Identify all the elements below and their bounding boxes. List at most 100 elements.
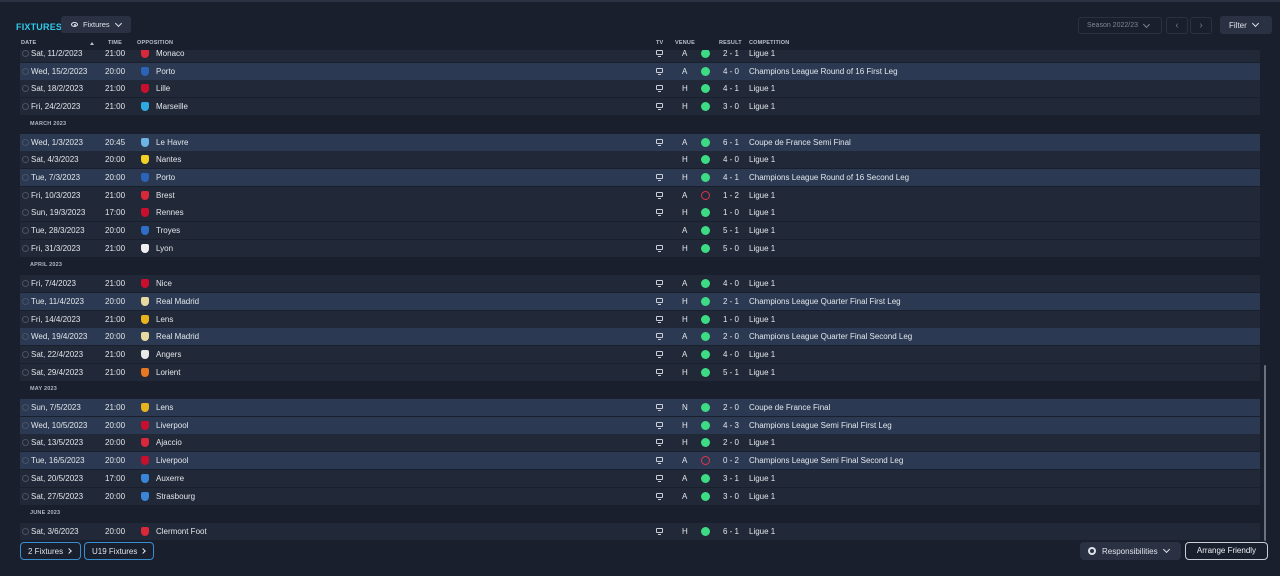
fixture-competition[interactable]: Ligue 1 <box>749 470 775 487</box>
previous-season-button[interactable]: ‹ <box>1166 17 1188 34</box>
fixture-opposition[interactable]: Lens <box>156 399 173 416</box>
fixture-competition[interactable]: Coupe de France Final <box>749 399 830 416</box>
fixture-row[interactable]: Sat, 13/5/2023 20:00 Ajaccio H 2 - 0 Ligue 1 <box>20 434 1260 452</box>
fixture-result[interactable]: 1 - 0 <box>723 204 739 221</box>
fixture-competition[interactable]: Ligue 1 <box>749 346 775 363</box>
fixture-row[interactable]: Fri, 10/3/2023 21:00 Brest A 1 - 2 Ligue 1 <box>20 186 1260 204</box>
fixture-opposition[interactable]: Clermont Foot <box>156 523 207 540</box>
fixture-competition[interactable]: Ligue 1 <box>749 204 775 221</box>
scrollbar[interactable] <box>1264 365 1266 541</box>
fixture-opposition[interactable]: Lens <box>156 311 173 328</box>
fixture-opposition[interactable]: Porto <box>156 169 175 186</box>
fixture-opposition[interactable]: Nantes <box>156 151 181 168</box>
fixture-opposition[interactable]: Real Madrid <box>156 328 199 345</box>
fixture-result[interactable]: 2 - 1 <box>723 50 739 62</box>
fixture-competition[interactable]: Ligue 1 <box>749 50 775 62</box>
fixture-result[interactable]: 2 - 0 <box>723 434 739 451</box>
fixture-opposition[interactable]: Monaco <box>156 50 184 62</box>
fixture-result[interactable]: 3 - 1 <box>723 470 739 487</box>
fixture-row[interactable]: Fri, 7/4/2023 21:00 Nice A 4 - 0 Ligue 1 <box>20 275 1260 293</box>
u19-fixtures-button[interactable]: U19 Fixtures <box>84 542 154 560</box>
fixture-row[interactable]: Tue, 16/5/2023 20:00 Liverpool A 0 - 2 Champi… <box>20 452 1260 470</box>
fixture-row[interactable]: Sat, 22/4/2023 21:00 Angers A 4 - 0 Ligue 1 <box>20 345 1260 363</box>
column-header-competition[interactable]: COMPETITION <box>749 40 789 50</box>
fixture-opposition[interactable]: Rennes <box>156 204 184 221</box>
fixture-result[interactable]: 3 - 0 <box>723 488 739 505</box>
fixture-competition[interactable]: Ligue 1 <box>749 187 775 204</box>
fixture-row[interactable]: Wed, 19/4/2023 20:00 Real Madrid A 2 - 0 Cham… <box>20 328 1260 346</box>
fixture-opposition[interactable]: Lorient <box>156 364 180 381</box>
column-header-venue[interactable]: VENUE <box>675 40 695 50</box>
fixture-competition[interactable]: Champions League Semi Final First Leg <box>749 417 892 434</box>
fixture-competition[interactable]: Ligue 1 <box>749 488 775 505</box>
fixture-row[interactable]: Tue, 11/4/2023 20:00 Real Madrid H 2 - 1 Cham… <box>20 292 1260 310</box>
fixture-row[interactable]: Wed, 15/2/2023 20:00 Porto A 4 - 0 Champions … <box>20 62 1260 80</box>
fixture-row[interactable]: Wed, 1/3/2023 20:45 Le Havre A 6 - 1 Coupe de… <box>20 133 1260 151</box>
fixture-competition[interactable]: Champions League Quarter Final Second Le… <box>749 328 912 345</box>
fixture-result[interactable]: 4 - 0 <box>723 275 739 292</box>
column-header-tv[interactable]: TV <box>656 40 663 50</box>
season-dropdown[interactable]: Season 2022/23 <box>1078 17 1162 34</box>
fixture-opposition[interactable]: Lyon <box>156 240 173 257</box>
fixture-row[interactable]: Tue, 7/3/2023 20:00 Porto H 4 - 1 Champions L… <box>20 168 1260 186</box>
fixture-competition[interactable]: Ligue 1 <box>749 434 775 451</box>
first-team-fixtures-button[interactable]: 2 Fixtures <box>20 542 81 560</box>
fixture-opposition[interactable]: Ajaccio <box>156 434 182 451</box>
fixture-result[interactable]: 2 - 0 <box>723 328 739 345</box>
fixture-result[interactable]: 2 - 0 <box>723 399 739 416</box>
fixture-opposition[interactable]: Angers <box>156 346 181 363</box>
fixture-competition[interactable]: Champions League Round of 16 First Leg <box>749 63 898 80</box>
responsibilities-button[interactable]: Responsibilities <box>1080 542 1181 560</box>
fixture-opposition[interactable]: Troyes <box>156 222 180 239</box>
fixture-row[interactable]: Sat, 18/2/2023 21:00 Lille H 4 - 1 Ligue 1 <box>20 80 1260 98</box>
view-dropdown[interactable]: Fixtures <box>61 16 131 33</box>
fixture-result[interactable]: 5 - 1 <box>723 364 739 381</box>
fixture-opposition[interactable]: Real Madrid <box>156 293 199 310</box>
fixture-result[interactable]: 2 - 1 <box>723 293 739 310</box>
filter-button[interactable]: Filter <box>1220 16 1272 34</box>
fixture-result[interactable]: 4 - 0 <box>723 63 739 80</box>
column-header-opposition[interactable]: OPPOSITION <box>137 40 173 50</box>
fixture-competition[interactable]: Ligue 1 <box>749 311 775 328</box>
fixture-competition[interactable]: Ligue 1 <box>749 80 775 97</box>
fixture-competition[interactable]: Ligue 1 <box>749 275 775 292</box>
next-season-button[interactable]: › <box>1190 17 1212 34</box>
fixture-opposition[interactable]: Brest <box>156 187 175 204</box>
column-header-result[interactable]: RESULT <box>719 40 742 50</box>
fixture-opposition[interactable]: Lille <box>156 80 170 97</box>
fixture-row[interactable]: Sat, 20/5/2023 17:00 Auxerre A 3 - 1 Ligue 1 <box>20 469 1260 487</box>
fixture-row[interactable]: Sat, 27/5/2023 20:00 Strasbourg A 3 - 0 Ligue… <box>20 487 1260 505</box>
fixture-row[interactable]: Sun, 19/3/2023 17:00 Rennes H 1 - 0 Ligue 1 <box>20 204 1260 222</box>
fixture-row[interactable]: Wed, 10/5/2023 20:00 Liverpool H 4 - 3 Champi… <box>20 416 1260 434</box>
fixture-row[interactable]: Fri, 24/2/2023 21:00 Marseille H 3 - 0 Ligue … <box>20 98 1260 116</box>
fixture-competition[interactable]: Ligue 1 <box>749 151 775 168</box>
fixture-result[interactable]: 5 - 1 <box>723 222 739 239</box>
arrange-friendly-button[interactable]: Arrange Friendly <box>1185 542 1268 560</box>
fixture-opposition[interactable]: Le Havre <box>156 134 188 151</box>
fixture-row[interactable]: Sat, 4/3/2023 20:00 Nantes H 4 - 0 Ligue 1 <box>20 151 1260 169</box>
column-header-date[interactable]: DATE <box>21 40 36 50</box>
fixture-row[interactable]: Tue, 28/3/2023 20:00 Troyes A 5 - 1 Ligue 1 <box>20 222 1260 239</box>
fixture-competition[interactable]: Ligue 1 <box>749 98 775 115</box>
fixture-opposition[interactable]: Marseille <box>156 98 188 115</box>
fixture-result[interactable]: 4 - 0 <box>723 151 739 168</box>
fixture-row[interactable]: Sat, 29/4/2023 21:00 Lorient H 5 - 1 Ligue 1 <box>20 363 1260 381</box>
fixture-result[interactable]: 4 - 1 <box>723 169 739 186</box>
fixture-result[interactable]: 6 - 1 <box>723 134 739 151</box>
fixture-competition[interactable]: Champions League Round of 16 Second Leg <box>749 169 909 186</box>
fixture-result[interactable]: 1 - 0 <box>723 311 739 328</box>
fixture-competition[interactable]: Ligue 1 <box>749 523 775 540</box>
fixture-opposition[interactable]: Auxerre <box>156 470 184 487</box>
fixture-result[interactable]: 4 - 0 <box>723 346 739 363</box>
fixture-row[interactable]: Sat, 3/6/2023 20:00 Clermont Foot H 6 - 1 Lig… <box>20 522 1260 540</box>
fixture-competition[interactable]: Champions League Semi Final Second Leg <box>749 452 903 469</box>
fixture-result[interactable]: 4 - 3 <box>723 417 739 434</box>
fixture-opposition[interactable]: Liverpool <box>156 452 188 469</box>
fixture-opposition[interactable]: Nice <box>156 275 172 292</box>
fixture-row[interactable]: Sat, 11/2/2023 21:00 Monaco A 2 - 1 Ligue 1 <box>20 50 1260 62</box>
fixture-result[interactable]: 3 - 0 <box>723 98 739 115</box>
fixture-competition[interactable]: Coupe de France Semi Final <box>749 134 851 151</box>
fixture-competition[interactable]: Champions League Quarter Final First Leg <box>749 293 901 310</box>
fixture-result[interactable]: 5 - 0 <box>723 240 739 257</box>
fixture-competition[interactable]: Ligue 1 <box>749 240 775 257</box>
